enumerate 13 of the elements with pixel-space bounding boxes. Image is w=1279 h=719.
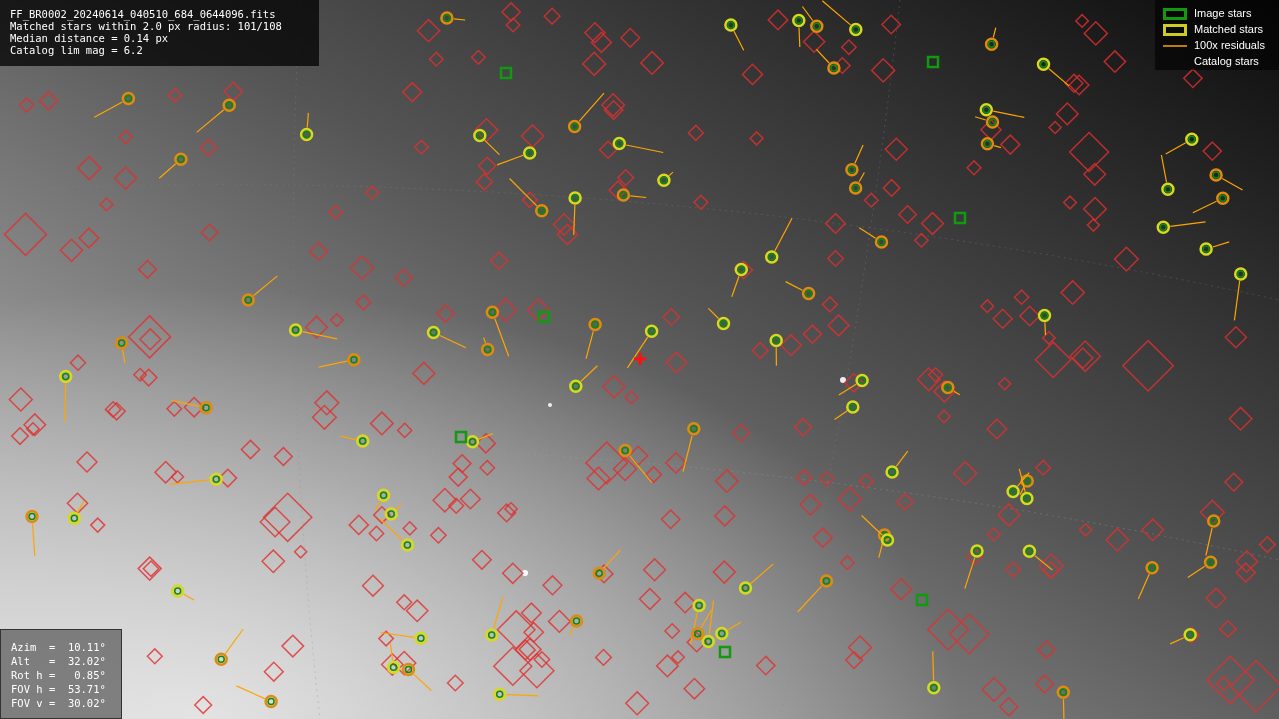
legend-label: Image stars bbox=[1194, 6, 1252, 22]
pointing-text: Alt = 32.02° bbox=[11, 654, 107, 668]
info-text: Matched stars within 2.0 px radius: 101/108 bbox=[10, 20, 283, 32]
info-text: Catalog lim mag = 6.2 bbox=[10, 44, 144, 56]
pointing-text: FOV v = 30.02° bbox=[11, 696, 107, 710]
pointing-text: FOV h = 53.71° bbox=[11, 682, 107, 696]
legend-label: Catalog stars bbox=[1194, 54, 1259, 70]
info-text: Median distance = 0.14 px bbox=[10, 32, 170, 44]
pointing-text: Azim = 10.11° bbox=[11, 640, 107, 654]
info-text: FF_BR0002_20240614_040510_684_0644096.fits bbox=[10, 8, 277, 20]
legend-label: 100x residuals bbox=[1194, 38, 1265, 54]
legend-label: Matched stars bbox=[1194, 22, 1264, 38]
pointing-text: Rot h = 0.85° bbox=[11, 668, 107, 682]
